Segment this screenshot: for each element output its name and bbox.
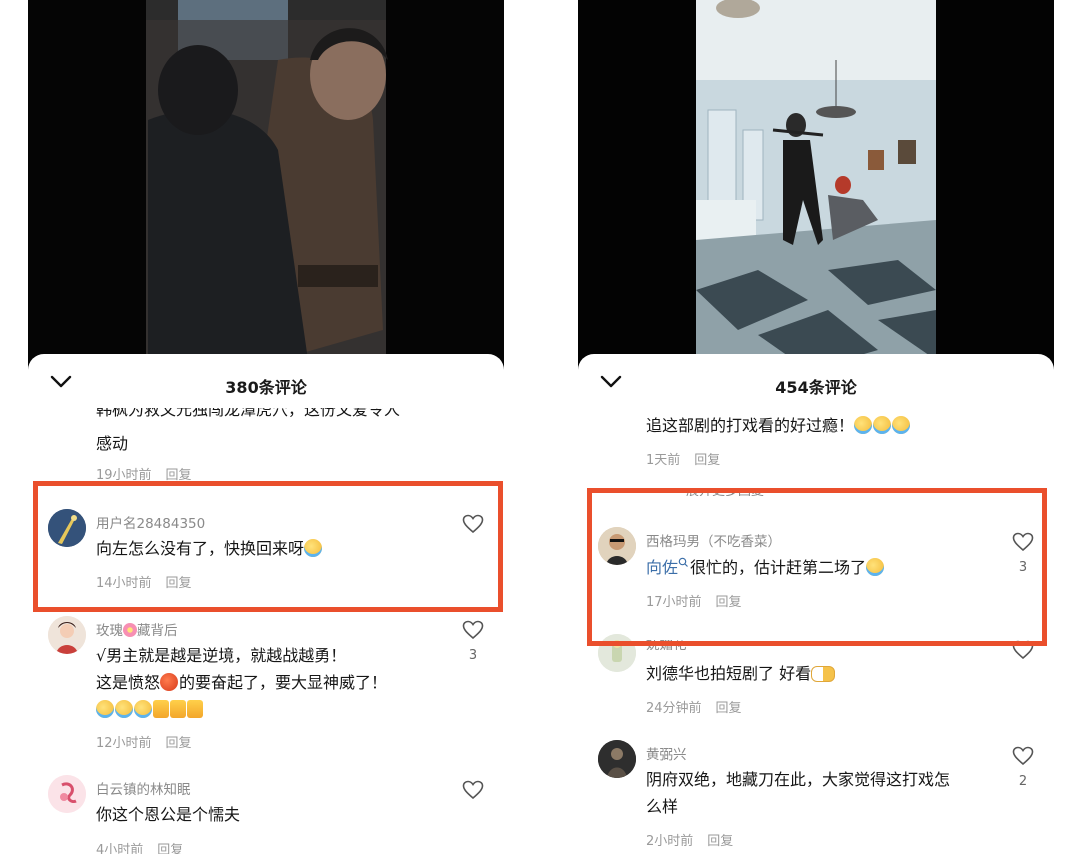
video-frame (578, 0, 1054, 370)
comment-time: 12小时前 (96, 736, 152, 751)
video-frame (28, 0, 504, 370)
crying-emoji-icon (96, 700, 114, 718)
sheet-header: 454条评论 (578, 354, 1054, 414)
comment-username[interactable]: 白云镇的林知眠 (96, 778, 191, 798)
sheet-header: 380条评论 (28, 354, 504, 414)
comment-line: 么样 (646, 797, 679, 816)
comment-count-title: 380条评论 (225, 378, 307, 397)
flower-emoji-icon (123, 623, 137, 637)
comment-count-title: 454条评论 (775, 378, 857, 397)
comment-body: 刘德华也拍短剧了 好看 (646, 664, 812, 683)
comment-line: 阴府双绝，地藏刀在此，大家觉得这打戏怎 (646, 770, 951, 789)
crying-emoji-icon (892, 416, 911, 434)
comment-text: 刘德华也拍短剧了 好看 (646, 660, 986, 687)
highlight-box (587, 488, 1047, 646)
like-count: 3 (468, 648, 478, 663)
heart-icon[interactable] (462, 620, 484, 640)
like-count: 2 (1018, 774, 1028, 789)
avatar[interactable] (48, 775, 86, 813)
thumbs-up-emoji-icon (170, 700, 186, 718)
comment-meta: 4小时前 回复 (96, 839, 183, 854)
comment-fragment: 的要奋起了，要大显神威了！ (179, 673, 388, 692)
pill-emoji-icon (811, 666, 836, 682)
comment-time: 24分钟前 (646, 701, 702, 716)
comment-text: 感动 (96, 434, 129, 453)
avatar-image-icon (598, 740, 636, 778)
reply-button[interactable]: 回复 (157, 843, 183, 854)
angry-emoji-icon (160, 673, 179, 691)
username-part: 玫瑰 (96, 623, 123, 639)
comment-text: √男主就是越是逆境，就越战越勇！ 这是愤怒 的要奋起了，要大显神威了！ (96, 642, 456, 723)
avatar-image-icon (48, 775, 86, 813)
avatar[interactable] (48, 616, 86, 654)
right-screenshot: 454条评论 追这部剧的打戏看的好过瘾！ 1天前 回复 展开更多回复 西格玛男（不… (578, 0, 1054, 854)
reply-button[interactable]: 回复 (707, 834, 733, 849)
comment-text: 阴府双绝，地藏刀在此，大家觉得这打戏怎 么样 (646, 766, 986, 820)
comment-username[interactable]: 黄弼兴 (646, 743, 687, 763)
comment-meta: 12小时前 回复 (96, 732, 192, 751)
partial-comment-line: 韩枫为救文元独闯龙潭虎穴，这份父爱令人 (96, 408, 476, 424)
thumbs-up-emoji-icon (153, 700, 169, 718)
thumbs-up-emoji-icon (187, 700, 203, 718)
comment-time: 4小时前 (96, 843, 144, 854)
video-player[interactable] (28, 0, 504, 370)
heart-icon[interactable] (1012, 746, 1034, 766)
reply-button[interactable]: 回复 (694, 453, 720, 468)
crying-emoji-icon (115, 700, 133, 718)
comment-meta: 2小时前 回复 (646, 830, 733, 849)
comment-meta: 1天前 回复 (646, 449, 720, 468)
reply-button[interactable]: 回复 (166, 736, 192, 751)
comment-meta: 24分钟前 回复 (646, 697, 742, 716)
comment-line: √男主就是越是逆境，就越战越勇！ (96, 646, 347, 665)
video-player[interactable] (578, 0, 1054, 370)
left-screenshot: 380条评论 韩枫为救文元独闯龙潭虎穴，这份父爱令人 感动 19小时前 回复 用户… (28, 0, 504, 854)
crying-emoji-icon (134, 700, 152, 718)
comment-text: 追这部剧的打戏看的好过瘾！ (646, 412, 1026, 439)
comment-fragment: 这是愤怒 (96, 673, 161, 692)
username-part: 藏背后 (137, 623, 178, 639)
avatar[interactable] (598, 740, 636, 778)
comment-time: 1天前 (646, 453, 681, 468)
avatar-image-icon (48, 616, 86, 654)
comment-username[interactable]: 玫瑰 藏背后 (96, 619, 178, 639)
highlight-box (33, 481, 503, 612)
crying-emoji-icon (854, 416, 873, 434)
comment-time: 2小时前 (646, 834, 694, 849)
comment-text: 你这个恩公是个懦夫 (96, 805, 241, 824)
heart-icon[interactable] (462, 780, 484, 800)
partial-comment-text: 韩枫为救文元独闯龙潭虎穴，这份父爱令人 (96, 408, 401, 419)
comment-body: 追这部剧的打戏看的好过瘾！ (646, 416, 855, 435)
comment-line: 这是愤怒 的要奋起了，要大显神威了！ (96, 669, 456, 696)
emoji-line (96, 696, 456, 723)
crying-emoji-icon (873, 416, 892, 434)
reply-button[interactable]: 回复 (716, 701, 742, 716)
